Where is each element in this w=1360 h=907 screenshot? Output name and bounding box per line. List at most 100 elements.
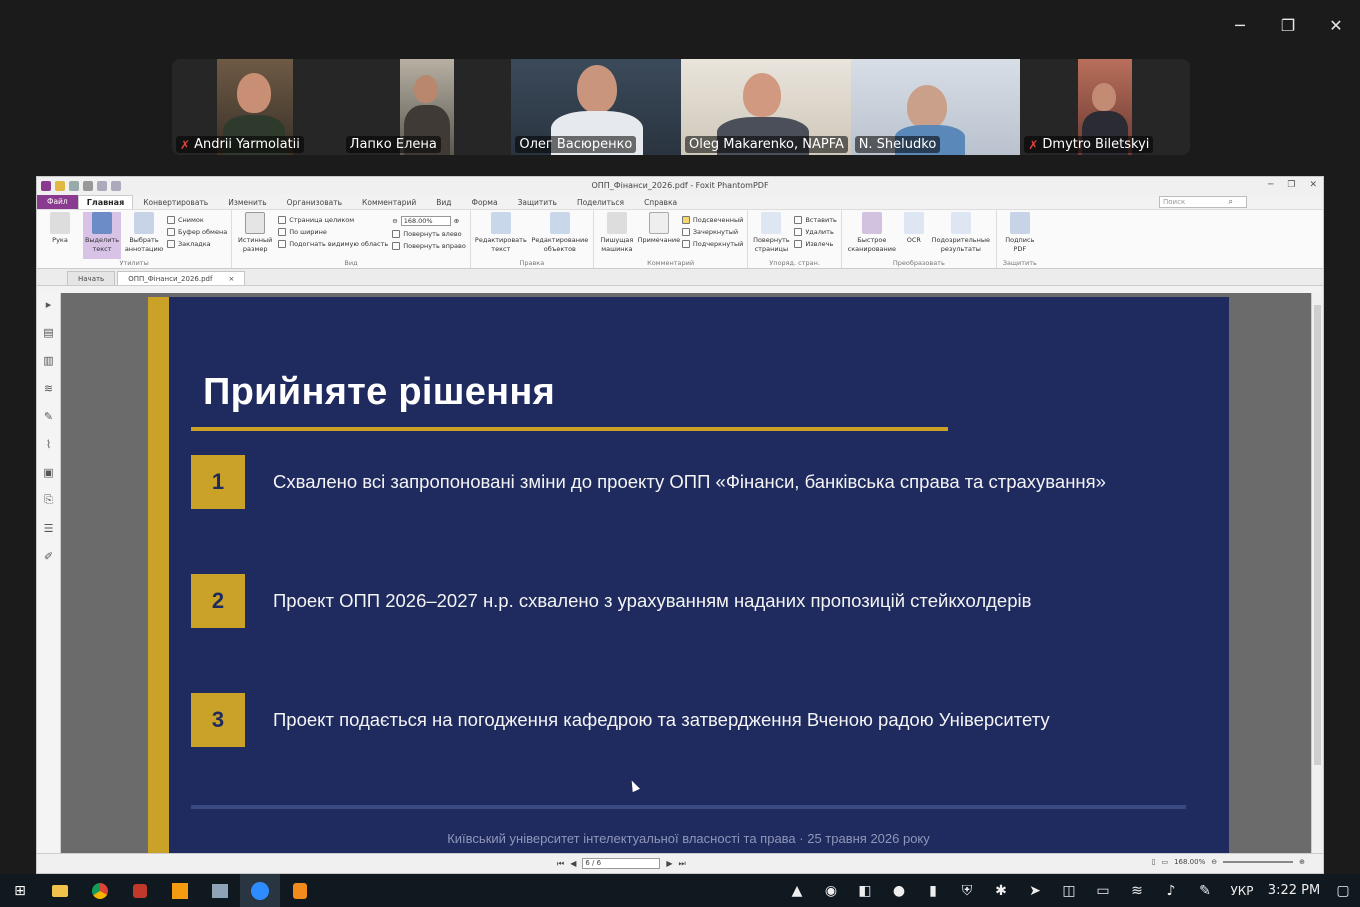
chrome-icon[interactable] [80,874,120,907]
edit-object-button[interactable]: Редактирование объектов [531,212,589,259]
clock[interactable]: 3:22 PM [1262,883,1326,898]
participant-tile[interactable]: ✗ Dmytro Biletskyi [1020,59,1190,155]
delete-button[interactable]: Удалить [794,228,836,236]
participant-tile[interactable]: N. Sheludko [850,59,1021,155]
google-drive-icon[interactable]: ▲ [780,883,814,899]
zoom-in-status-icon[interactable]: ⊕ [1299,858,1305,866]
onenote-icon[interactable]: ◧ [848,883,882,899]
app-minimize-icon[interactable]: ─ [1268,180,1273,190]
rotate-left-button[interactable]: Повернуть влево [392,230,466,238]
notifications-icon[interactable]: ▢ [1326,883,1360,899]
prev-page-icon[interactable]: ◀ [570,859,576,868]
zoom-out-icon[interactable]: ⊖ [392,217,397,225]
bookmark-button[interactable]: Закладка [167,240,227,248]
sign-pdf-button[interactable]: Подпись PDF [1001,212,1039,259]
first-page-icon[interactable]: ⏮ [557,859,564,869]
app-restore-icon[interactable]: ❐ [1287,180,1295,190]
menu-comment[interactable]: Комментарий [352,198,426,207]
suspect-results-button[interactable]: Подозрительные результаты [930,212,992,259]
menu-share[interactable]: Поделиться [567,198,634,207]
strikeout-button[interactable]: Зачеркнутый [681,228,744,236]
menu-form[interactable]: Форма [462,198,508,207]
telegram-icon[interactable]: ➤ [1018,883,1052,899]
ocr-button[interactable]: OCR [902,212,926,259]
attachments-icon[interactable]: ⌇ [42,437,56,451]
zoom-tray-icon[interactable]: ● [882,883,916,899]
last-page-icon[interactable]: ⏭ [679,859,686,869]
participant-tile[interactable]: ✗ Andrii Yarmolatii [172,59,342,155]
close-tab-icon[interactable]: × [228,275,234,283]
close-button[interactable]: ✕ [1312,12,1360,38]
volume-icon[interactable]: ♪ [1154,883,1188,899]
layers-icon[interactable]: ≋ [42,381,56,395]
scrollbar-thumb[interactable] [1314,305,1321,765]
participant-tile[interactable]: Oleg Makarenko, NAPFA [681,59,851,155]
underline-button[interactable]: Подчеркнутый [681,240,743,248]
security-icon[interactable]: ▣ [42,465,56,479]
defender-icon[interactable]: ⛨ [950,883,984,899]
tools-app-icon[interactable] [200,874,240,907]
search-icon[interactable]: ⌕ [1219,197,1243,207]
bluetooth-icon[interactable]: ✱ [984,883,1018,899]
page-number-input[interactable]: 6 / 6 [582,858,661,869]
edit-text-button[interactable]: Редактировать текст [475,212,527,259]
sublime-icon[interactable] [280,874,320,907]
battery-icon[interactable]: ▭ [1086,883,1120,899]
menu-protect[interactable]: Защитить [508,198,567,207]
participant-tile[interactable]: Лапко Елена [341,59,512,155]
vertical-scrollbar[interactable] [1311,293,1323,853]
form-fields-icon[interactable]: ☰ [42,521,56,535]
orange-app-icon[interactable] [160,874,200,907]
next-page-icon[interactable]: ▶ [666,859,672,868]
tools-icon[interactable]: ✐ [42,549,56,563]
tab-start[interactable]: Начать [67,271,116,285]
language-indicator[interactable]: УКР [1222,884,1262,898]
hand-tool-button[interactable]: Рука [41,212,79,259]
zoom-input[interactable]: 168.00% [400,216,451,226]
file-explorer-icon[interactable] [40,874,80,907]
menu-file[interactable]: Файл [37,195,78,209]
rotate-right-button[interactable]: Повернуть вправо [392,242,466,250]
actual-size-button[interactable]: Истинный размер [236,212,274,259]
participant-tile-active-speaker[interactable]: Олег Васюренко [511,59,682,155]
fit-width-button[interactable]: По ширине [278,228,388,236]
fit-page-button[interactable]: Страница целиком [278,216,388,224]
restore-button[interactable]: ❐ [1264,12,1312,38]
bookmarks-icon[interactable]: ▤ [42,325,56,339]
comments-icon[interactable]: ✎ [42,409,56,423]
red-app-icon[interactable] [120,874,160,907]
pen-icon[interactable]: ✎ [1188,883,1222,899]
extract-button[interactable]: Извлечь [794,240,836,248]
select-text-button[interactable]: Выделить текст [83,212,121,259]
zoom-app-icon[interactable] [240,874,280,907]
highlight-button[interactable]: Подсвеченный [681,216,744,224]
select-annotation-button[interactable]: Выбрать аннотацию [125,212,163,259]
quick-scan-button[interactable]: Быстрое сканирование [846,212,898,259]
zoom-slider[interactable] [1223,861,1294,863]
typewriter-button[interactable]: Пишущая машинка [598,212,636,259]
menu-convert[interactable]: Конвертировать [133,198,218,207]
signatures-icon[interactable]: ⎘ [42,493,56,507]
tab-document[interactable]: ОПП_Фінанси_2026.pdf × [117,271,246,285]
pages-icon[interactable]: ▥ [42,353,56,367]
minimize-button[interactable]: ─ [1216,12,1264,38]
whatsapp-icon[interactable]: ◉ [814,883,848,899]
clipboard-button[interactable]: Буфер обмена [167,228,227,236]
note-button[interactable]: Примечание [638,212,680,259]
single-page-icon[interactable]: ▯ [1152,858,1156,866]
menu-home[interactable]: Главная [77,195,134,209]
insert-button[interactable]: Вставить [794,216,837,224]
menu-edit[interactable]: Изменить [218,198,276,207]
wifi-icon[interactable]: ≋ [1120,883,1154,899]
meet-now-icon[interactable]: ◫ [1052,883,1086,899]
zoom-in-icon[interactable]: ⊕ [454,217,459,225]
app-close-icon[interactable]: ✕ [1309,180,1317,190]
menu-help[interactable]: Справка [634,198,687,207]
menu-organize[interactable]: Организовать [277,198,352,207]
expand-panel-icon[interactable]: ▸ [42,297,56,311]
zoom-out-status-icon[interactable]: ⊖ [1211,858,1217,866]
continuous-icon[interactable]: ▭ [1161,858,1168,866]
fit-visible-button[interactable]: Подогнать видимую область [278,240,388,248]
windows-start-icon[interactable]: ⊞ [0,874,40,907]
menu-view[interactable]: Вид [426,198,461,207]
